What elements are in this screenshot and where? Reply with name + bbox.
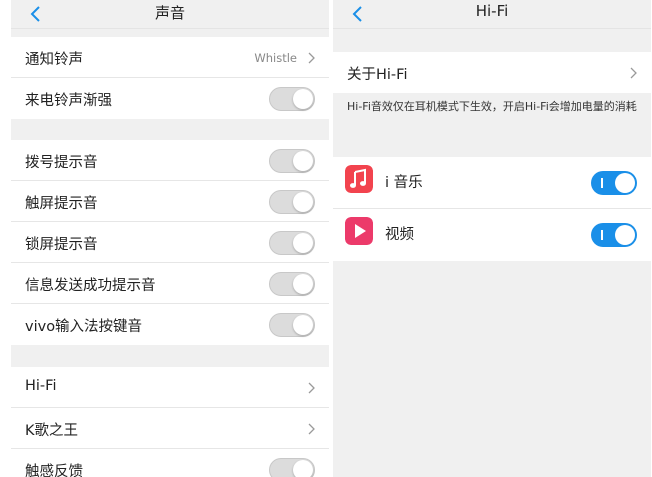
toggle-switch[interactable] xyxy=(269,231,315,255)
notification-ringtone-row[interactable]: 通知铃声 Whistle xyxy=(11,37,329,78)
toggle-switch[interactable] xyxy=(269,149,315,173)
page-title: Hi-Fi xyxy=(475,2,509,20)
keyboard-tone-row: vivo输入法按键音 xyxy=(11,304,329,345)
toggle-switch[interactable] xyxy=(269,313,315,337)
row-label: 信息发送成功提示音 xyxy=(25,278,156,294)
incoming-ring-crescendo-row: 来电铃声渐强 xyxy=(11,78,329,119)
toggle-knob xyxy=(293,315,313,335)
row-label: vivo输入法按键音 xyxy=(25,319,143,335)
ringtone-value: Whistle xyxy=(254,51,297,65)
toggle-switch[interactable] xyxy=(269,87,315,111)
toggle-switch[interactable] xyxy=(269,458,315,477)
toggle-switch[interactable] xyxy=(269,272,315,296)
row-label: 关于Hi-Fi xyxy=(347,67,408,83)
row-label: 触感反馈 xyxy=(25,464,83,477)
message-sent-tone-row: 信息发送成功提示音 xyxy=(11,263,329,304)
toggle-on-mark xyxy=(601,178,603,188)
toggle-knob xyxy=(293,89,313,109)
hifi-row[interactable]: Hi-Fi xyxy=(11,367,329,408)
row-label: 锁屏提示音 xyxy=(25,237,98,253)
row-label: 来电铃声渐强 xyxy=(25,93,112,109)
toggle-knob xyxy=(293,151,313,171)
row-label: 触屏提示音 xyxy=(25,196,98,212)
tone-group: 拨号提示音 触屏提示音 锁屏提示音 信息发送成功提示音 vivo输入法按键音 xyxy=(11,140,329,345)
audio-feature-group: Hi-Fi K歌之王 触感反馈 xyxy=(11,367,329,477)
row-label: Hi-Fi xyxy=(25,378,57,394)
app-list: i 音乐 视频 xyxy=(333,157,651,261)
chevron-right-icon xyxy=(308,52,315,64)
toggle-knob xyxy=(293,460,313,477)
sound-settings-screen: 声音 通知铃声 Whistle 来电铃声渐强 拨号提示音 触屏提示音 锁屏提示音… xyxy=(11,0,329,477)
app-row-video: 视频 xyxy=(333,209,651,261)
chevron-right-icon xyxy=(308,423,315,435)
chevron-right-icon xyxy=(630,67,637,79)
haptic-feedback-row: 触感反馈 xyxy=(11,449,329,477)
lock-tone-row: 锁屏提示音 xyxy=(11,222,329,263)
play-icon xyxy=(345,217,373,245)
touch-tone-row: 触屏提示音 xyxy=(11,181,329,222)
app-label: 视频 xyxy=(385,227,414,243)
hifi-note: Hi-Fi音效仅在耳机模式下生效，开启Hi-Fi会增加电量的消耗 xyxy=(347,100,637,113)
toggle-knob xyxy=(615,225,635,245)
toggle-knob xyxy=(615,173,635,193)
app-row-music: i 音乐 xyxy=(333,157,651,209)
toggle-on-mark xyxy=(601,230,603,240)
music-note-icon xyxy=(345,165,373,193)
app-label: i 音乐 xyxy=(385,175,423,191)
dial-tone-row: 拨号提示音 xyxy=(11,140,329,181)
ringtone-group: 通知铃声 Whistle 来电铃声渐强 xyxy=(11,37,329,119)
toggle-knob xyxy=(293,274,313,294)
toggle-switch[interactable] xyxy=(269,190,315,214)
about-hifi-row[interactable]: 关于Hi-Fi xyxy=(333,52,651,93)
top-bar: 声音 xyxy=(11,0,329,29)
top-bar: Hi-Fi xyxy=(333,0,651,29)
row-label: 拨号提示音 xyxy=(25,155,98,171)
toggle-switch[interactable] xyxy=(591,171,637,195)
toggle-knob xyxy=(293,233,313,253)
toggle-switch[interactable] xyxy=(591,223,637,247)
about-group: 关于Hi-Fi xyxy=(333,52,651,93)
row-label: K歌之王 xyxy=(25,423,79,439)
hifi-settings-screen: Hi-Fi 关于Hi-Fi Hi-Fi音效仅在耳机模式下生效，开启Hi-Fi会增… xyxy=(333,0,651,477)
toggle-knob xyxy=(293,192,313,212)
chevron-right-icon xyxy=(308,382,315,394)
page-title: 声音 xyxy=(154,4,185,22)
karaoke-row[interactable]: K歌之王 xyxy=(11,408,329,449)
row-label: 通知铃声 xyxy=(25,52,83,68)
